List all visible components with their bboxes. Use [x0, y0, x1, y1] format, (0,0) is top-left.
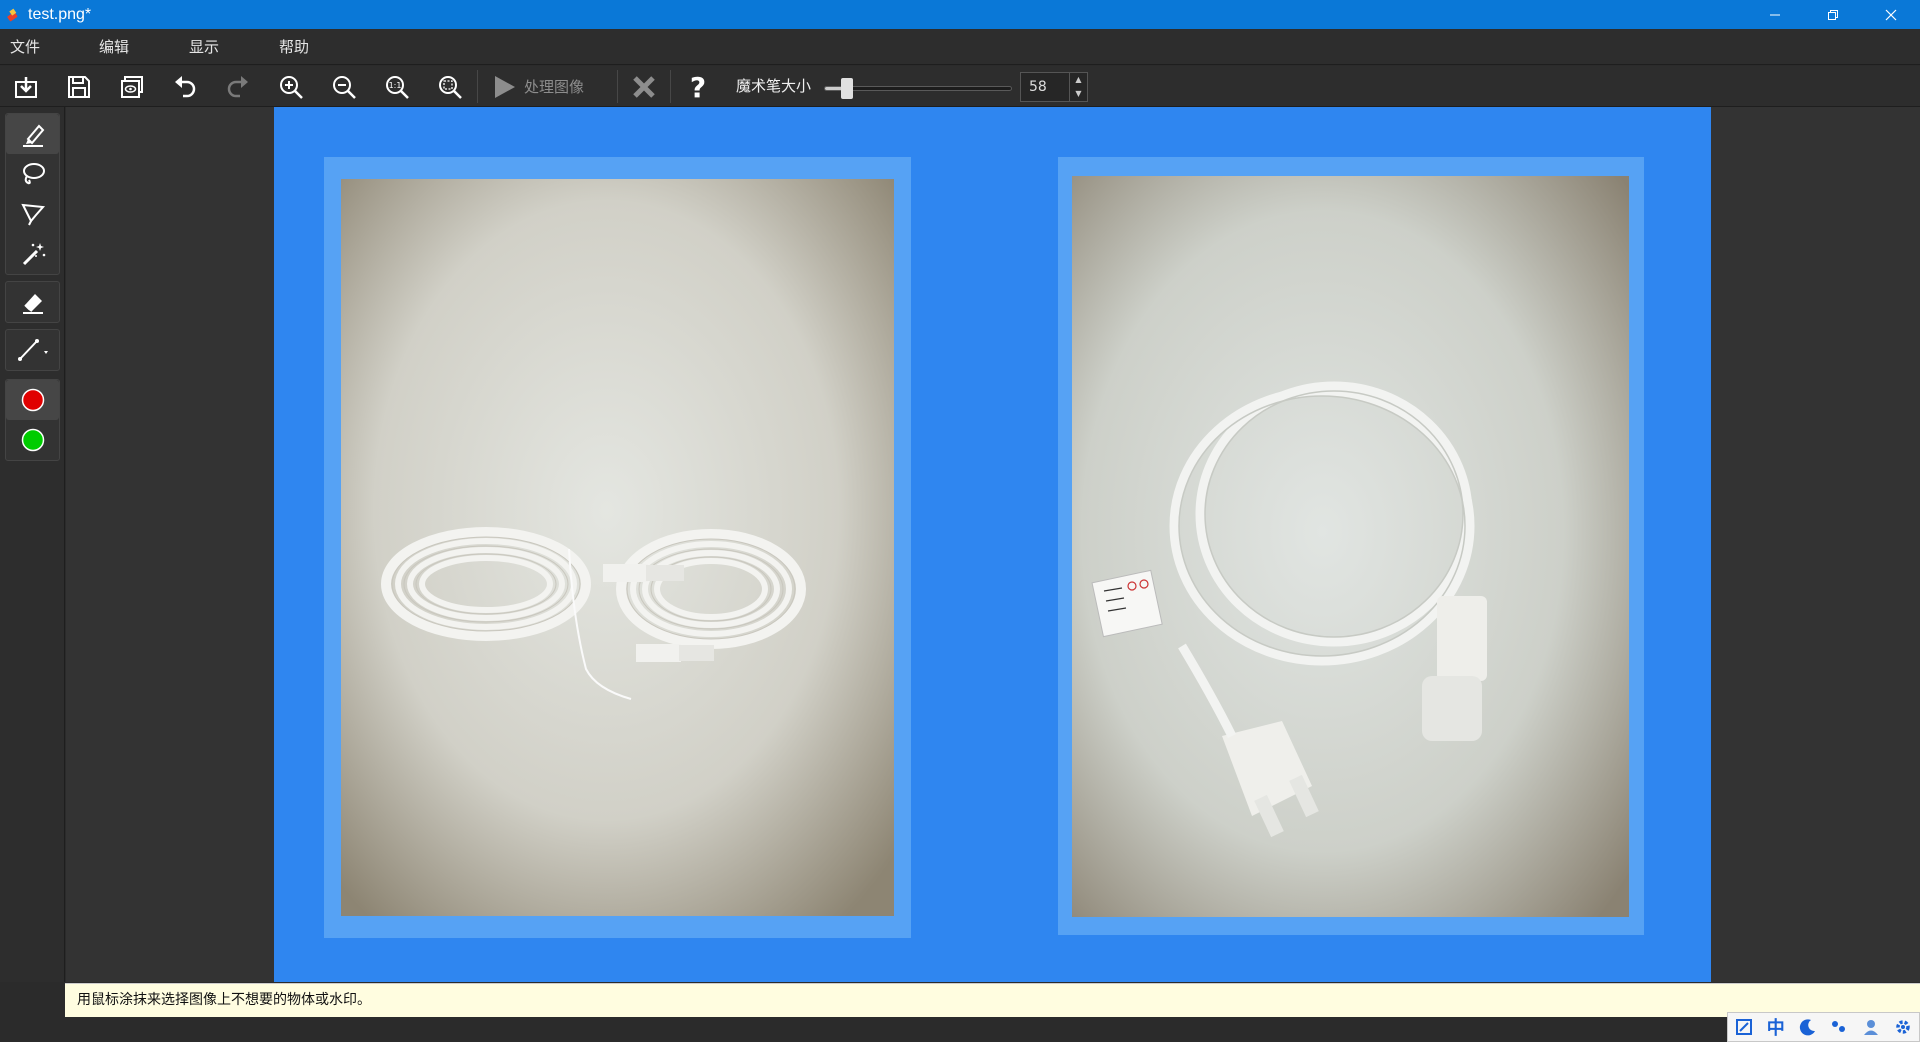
settings-gear-icon[interactable] [1890, 1018, 1916, 1036]
close-button[interactable] [1862, 0, 1920, 29]
spin-up-icon[interactable]: ▲ [1070, 73, 1087, 87]
color-group [5, 379, 60, 461]
menu-edit[interactable]: 编辑 [99, 29, 129, 65]
question-mark-icon: ? [690, 74, 706, 100]
eraser-group [5, 281, 60, 323]
ethernet-cable-image [341, 179, 894, 916]
ime-toggle-icon[interactable] [1731, 1018, 1757, 1036]
menu-help[interactable]: 帮助 [279, 29, 309, 65]
image-canvas[interactable] [274, 107, 1711, 982]
slider-handle[interactable] [841, 78, 853, 99]
eraser-icon [22, 294, 43, 314]
line-group [5, 329, 60, 371]
toolbar-separator [617, 70, 618, 103]
zoom-actual-size-icon: 1:1 [386, 75, 409, 99]
preview-button[interactable] [112, 66, 152, 107]
brush-size-slider[interactable] [824, 78, 1012, 99]
minimize-button[interactable] [1746, 0, 1804, 29]
red-dot-icon [21, 388, 44, 412]
brush-size-label: 魔术笔大小 [736, 77, 812, 95]
brush-size-spinbox[interactable]: 58 ▲ ▼ [1020, 72, 1088, 102]
cancel-button[interactable] [624, 66, 664, 107]
zoom-out-icon [333, 75, 356, 99]
undo-button[interactable] [165, 66, 205, 107]
app-icon [7, 8, 18, 21]
polygon-lasso-icon [20, 203, 45, 226]
toolbar-separator [477, 70, 478, 103]
undo-icon [175, 75, 196, 97]
redo-button[interactable] [218, 66, 258, 107]
help-button[interactable]: ? [678, 66, 718, 107]
window-title: test.png* [28, 5, 92, 23]
photo-ethernet-cable[interactable] [341, 179, 894, 916]
menu-file[interactable]: 文件 [10, 29, 40, 65]
status-bar: 用鼠标涂抹来选择图像上不想要的物体或水印。 [65, 983, 1920, 1017]
menu-bar: 文件 编辑 显示 帮助 [0, 29, 1920, 65]
selection-tools-group [5, 113, 60, 275]
spin-down-icon[interactable]: ▼ [1070, 87, 1087, 101]
zoom-in-button[interactable] [271, 66, 311, 107]
restore-button[interactable] [1804, 0, 1862, 29]
brush-size-value[interactable]: 58 [1029, 73, 1047, 101]
magic-wand-tool[interactable] [6, 234, 59, 274]
zoom-actual-button[interactable]: 1:1 [377, 66, 417, 107]
toolbar-separator [670, 70, 671, 103]
marker-tool[interactable] [6, 114, 59, 154]
tool-panel [0, 107, 65, 982]
toolbar: 1:1 处理图像 ? 魔术笔大小 58 ▲ ▼ [0, 66, 1920, 107]
color-green-tool[interactable] [6, 420, 59, 460]
minimize-icon [1770, 14, 1780, 15]
svg-text:?: ? [690, 74, 706, 100]
restore-icon [1828, 9, 1838, 20]
status-message: 用鼠标涂抹来选择图像上不想要的物体或水印。 [77, 992, 371, 1008]
save-icon [68, 75, 90, 98]
preview-icon [121, 75, 143, 98]
menu-view[interactable]: 显示 [189, 29, 219, 65]
lasso-tool[interactable] [6, 154, 59, 194]
svg-text:1:1: 1:1 [389, 81, 402, 90]
open-button[interactable] [6, 66, 46, 107]
lasso-icon [22, 163, 45, 185]
play-icon [495, 75, 515, 98]
close-icon [1885, 9, 1897, 20]
save-button[interactable] [59, 66, 99, 107]
process-image-label: 处理图像 [524, 78, 585, 96]
zoom-fit-button[interactable] [430, 66, 470, 107]
color-red-tool[interactable] [6, 380, 59, 420]
green-dot-icon [21, 428, 44, 452]
user-icon[interactable] [1858, 1018, 1884, 1036]
process-image-button[interactable]: 处理图像 [492, 66, 584, 107]
zoom-in-icon [280, 75, 303, 99]
zoom-fit-icon [439, 75, 462, 99]
marker-pen-icon [22, 124, 44, 147]
moon-icon[interactable] [1795, 1018, 1821, 1036]
title-bar: test.png* [0, 0, 1920, 29]
power-cable-image [1072, 176, 1629, 917]
redo-icon [227, 75, 248, 97]
polygon-lasso-tool[interactable] [6, 194, 59, 234]
line-icon [17, 339, 48, 361]
zoom-out-button[interactable] [324, 66, 364, 107]
magic-wand-icon [22, 243, 45, 266]
cancel-x-icon [633, 75, 655, 98]
import-icon [15, 76, 37, 98]
ime-language[interactable]: 中 [1763, 1014, 1789, 1040]
punctuation-icon[interactable] [1826, 1018, 1852, 1036]
line-tool[interactable] [6, 330, 59, 370]
photo-power-cable[interactable] [1072, 176, 1629, 917]
eraser-tool[interactable] [6, 282, 59, 322]
ime-toolbar: 中 [1727, 1012, 1920, 1042]
